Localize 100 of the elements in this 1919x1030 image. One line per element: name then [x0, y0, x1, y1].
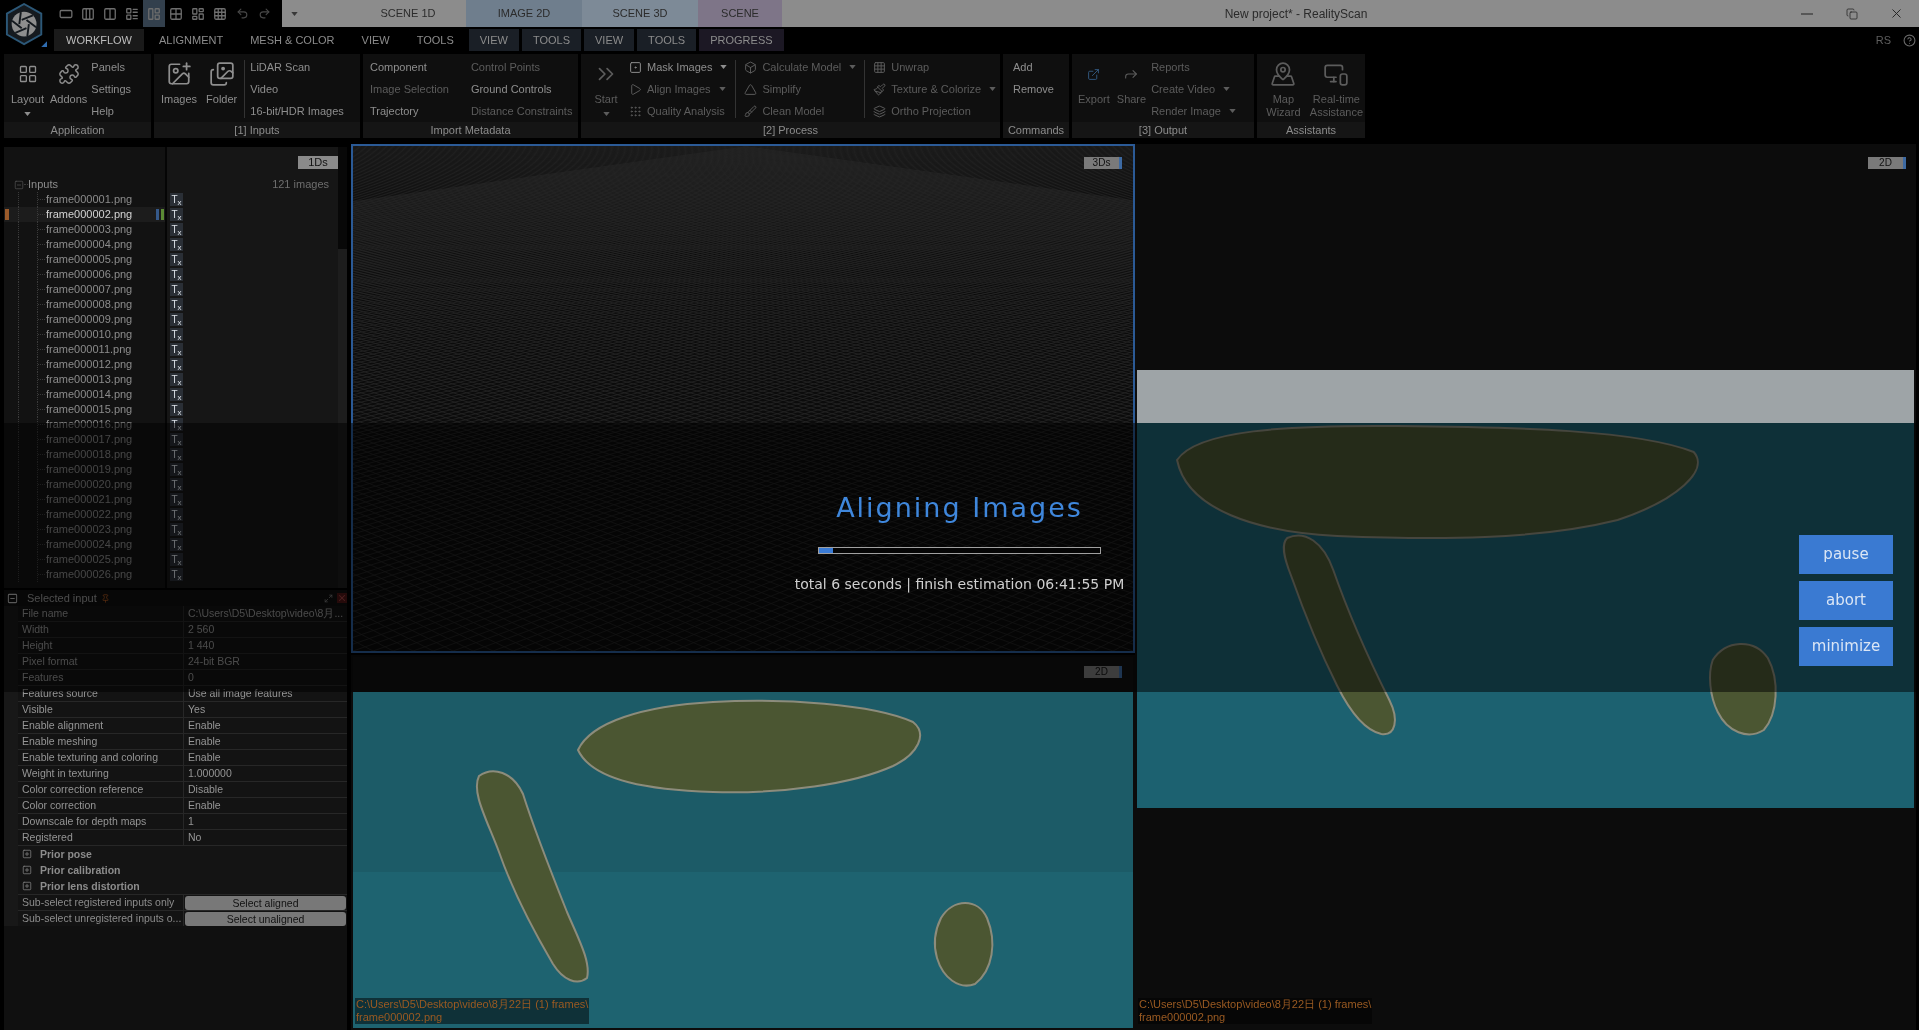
view-badge[interactable]: 1Ds — [298, 156, 338, 169]
cube-icon — [744, 60, 758, 74]
view-badge[interactable]: 3Ds — [1084, 157, 1122, 169]
ribbon-button[interactable]: Trajectory — [370, 100, 449, 122]
property-value[interactable]: Disable — [184, 782, 347, 797]
collapse-icon[interactable] — [14, 179, 24, 190]
tree-item[interactable]: frame000013.png — [4, 372, 165, 387]
tree-item[interactable]: Inputs — [28, 177, 58, 192]
tree-item[interactable]: frame000005.png — [4, 252, 165, 267]
ribbon-tab[interactable]: TOOLS — [404, 29, 466, 51]
property-value[interactable]: Enable — [184, 718, 347, 733]
property-value[interactable]: Use all image features — [184, 686, 347, 701]
select-button[interactable]: Select aligned — [185, 895, 346, 910]
ribbon-group-label: Assistants — [1257, 122, 1365, 138]
texture-tag: T$_{x}$ — [170, 418, 183, 431]
expand-icon[interactable] — [22, 881, 32, 891]
expand-icon[interactable] — [22, 849, 32, 859]
texture-tag: T$_{x}$ — [170, 208, 183, 221]
dialog-button[interactable]: pause — [1799, 535, 1893, 574]
ribbon-group-label: Commands — [1003, 122, 1069, 138]
ribbon-button[interactable]: Folder — [204, 54, 240, 106]
ribbon-button[interactable]: Mask Images — [629, 56, 728, 78]
list-layout-icon — [125, 6, 139, 21]
ribbon-tab[interactable]: TOOLS — [637, 29, 697, 51]
ribbon-tab[interactable]: TOOLS — [521, 29, 581, 51]
ribbon-group-label: [3] Output — [1072, 122, 1254, 138]
pane-tab[interactable]: SCENE 3D — [582, 0, 698, 27]
texture-tag: T$_{x}$ — [170, 193, 183, 206]
map-pin-icon — [1270, 61, 1297, 87]
texture-tag: T$_{x}$ — [170, 538, 183, 551]
layout-button[interactable] — [143, 0, 165, 27]
property-value[interactable]: 1.000000 — [184, 766, 347, 781]
property-label: Weight in texturing — [18, 766, 184, 781]
expand-icon[interactable] — [22, 865, 32, 875]
file-path: C:\Users\D5\Desktop\video\8月22日 (1) frames\ frame000002.png — [1138, 998, 1373, 1024]
ribbon-tab[interactable]: ALIGNMENT — [147, 29, 236, 51]
help-icon[interactable] — [1903, 34, 1916, 47]
minimize-icon — [1800, 12, 1813, 15]
tree-item[interactable]: frame000002.png — [4, 207, 165, 222]
scrollbar[interactable] — [338, 147, 347, 249]
ribbon-tab[interactable]: PROGRESS — [699, 29, 784, 51]
app-logo[interactable] — [5, 3, 47, 47]
texture-tag: T$_{x}$ — [170, 223, 183, 236]
panel-title: Selected input — [27, 591, 97, 606]
tiles-icon — [17, 64, 38, 84]
texture-tag: T$_{x}$ — [170, 283, 183, 296]
ribbon-tab[interactable]: MESH & COLOR — [238, 29, 347, 51]
ribbon-button[interactable]: Layout — [9, 54, 47, 116]
tree-item[interactable]: frame000003.png — [4, 222, 165, 237]
view-badge[interactable]: 2D — [1868, 157, 1906, 169]
ribbon-button[interactable]: Ground Controls — [470, 78, 573, 100]
property-value[interactable]: Enable — [184, 798, 347, 813]
ribbon-tab[interactable]: VIEW — [468, 29, 519, 51]
ribbon-button[interactable]: Panels — [91, 56, 132, 78]
dialog-button[interactable]: minimize — [1799, 627, 1893, 666]
account-label[interactable]: RS — [1875, 29, 1891, 51]
property-label: Enable meshing — [18, 734, 184, 749]
devices-icon — [1323, 61, 1350, 87]
dialog-button[interactable]: abort — [1799, 581, 1893, 620]
ribbon-button[interactable]: Video — [250, 78, 344, 100]
ribbon-button[interactable]: Add — [1013, 56, 1054, 78]
section-title[interactable]: Prior pose — [40, 846, 92, 862]
ribbon-button[interactable]: Component — [370, 56, 449, 78]
select-button[interactable]: Select unaligned — [185, 911, 346, 926]
ribbon-tab[interactable]: WORKFLOW — [54, 29, 144, 51]
layers-icon — [873, 104, 887, 118]
ribbon-tab[interactable]: VIEW — [584, 29, 635, 51]
property-value[interactable]: 1 — [184, 814, 347, 829]
image-plus-icon — [166, 61, 193, 87]
dialog-title: Aligning Images — [836, 492, 1083, 524]
tree-item[interactable]: frame000004.png — [4, 237, 165, 252]
ribbon-button[interactable]: LiDAR Scan — [250, 56, 344, 78]
tree-item[interactable]: frame000011.png — [4, 342, 165, 357]
ribbon-button[interactable]: Addons — [48, 54, 90, 106]
ribbon-tab[interactable]: VIEW — [349, 29, 402, 51]
property-value[interactable]: No — [184, 830, 347, 845]
ribbon-button[interactable]: Remove — [1013, 78, 1054, 100]
property-value[interactable]: Yes — [184, 702, 347, 717]
tree-item[interactable]: frame000012.png — [4, 357, 165, 372]
ribbon-button[interactable]: Images — [159, 54, 200, 106]
ribbon-button[interactable]: Settings — [91, 78, 132, 100]
texture-tag: T$_{x}$ — [170, 358, 183, 371]
ribbon-button[interactable]: 16-bit/HDR Images — [250, 100, 344, 122]
tree-item[interactable]: frame000010.png — [4, 327, 165, 342]
tree-item[interactable]: frame000008.png — [4, 297, 165, 312]
tree-item[interactable]: frame000009.png — [4, 312, 165, 327]
collapse-icon[interactable] — [7, 592, 18, 604]
tree-item[interactable]: frame000007.png — [4, 282, 165, 297]
pane-tab[interactable]: IMAGE 2D — [466, 0, 582, 27]
property-label: Visible — [18, 702, 184, 717]
property-value[interactable]: Enable — [184, 734, 347, 749]
maximize-icon[interactable] — [324, 593, 333, 603]
ribbon-button[interactable]: Help — [91, 100, 132, 122]
tree-item[interactable]: frame000015.png — [4, 402, 165, 417]
property-value[interactable]: Enable — [184, 750, 347, 765]
tree-item[interactable]: frame000006.png — [4, 267, 165, 282]
pane-tab[interactable]: SCENE — [698, 0, 782, 27]
tree-item[interactable]: frame000014.png — [4, 387, 165, 402]
caret-icon[interactable] — [291, 11, 298, 16]
undo-icon — [235, 7, 249, 20]
